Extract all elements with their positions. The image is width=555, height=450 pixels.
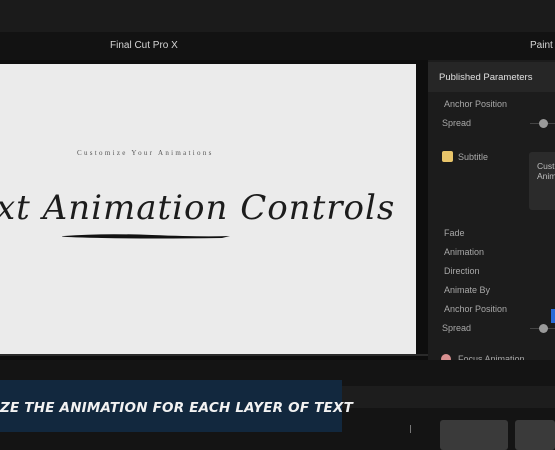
inspector-header: Published Parameters: [428, 62, 555, 92]
viewer-divider: [0, 354, 430, 356]
selection-marker: [551, 309, 555, 323]
brush-underline: [62, 234, 230, 239]
spread-slider-knob-top[interactable]: [539, 119, 548, 128]
app-title: Final Cut Pro X: [110, 40, 178, 51]
param-spread: Spread: [442, 323, 472, 333]
browser-thumbnail[interactable]: [515, 420, 555, 450]
lower-third-banner: ZE THE ANIMATION FOR EACH LAYER OF TEXT: [0, 380, 353, 432]
viewer-small-caption: Customize Your Animations: [77, 149, 214, 157]
subtitle-text-line-1: Cust: [537, 161, 555, 171]
param-spread-top: Spread: [442, 118, 472, 128]
param-fade: Fade: [444, 228, 465, 238]
inspector-header-label: Published Parameters: [439, 72, 533, 83]
spread-slider-knob[interactable]: [539, 324, 548, 333]
subtitle-checkbox[interactable]: [442, 151, 453, 162]
param-anchor-position-top: Anchor Position: [444, 99, 508, 109]
param-subtitle: Subtitle: [458, 152, 489, 162]
viewer-script-title: xt Animation Controls: [0, 188, 396, 228]
subtitle-text-field[interactable]: Cust Anim: [529, 152, 555, 210]
param-animate-by: Animate By: [444, 285, 491, 295]
param-anchor-position: Anchor Position: [444, 304, 508, 314]
param-animation: Animation: [444, 247, 485, 257]
title-bar: [0, 32, 555, 60]
param-direction: Direction: [444, 266, 480, 276]
tab-paint[interactable]: Paint: [530, 40, 553, 51]
browser-thumbnail[interactable]: [440, 420, 508, 450]
timeline-tick: [410, 425, 411, 433]
lower-third-text: ZE THE ANIMATION FOR EACH LAYER OF TEXT: [0, 400, 353, 416]
top-toolbar: [0, 0, 555, 32]
subtitle-text-line-2: Anim: [537, 171, 555, 181]
